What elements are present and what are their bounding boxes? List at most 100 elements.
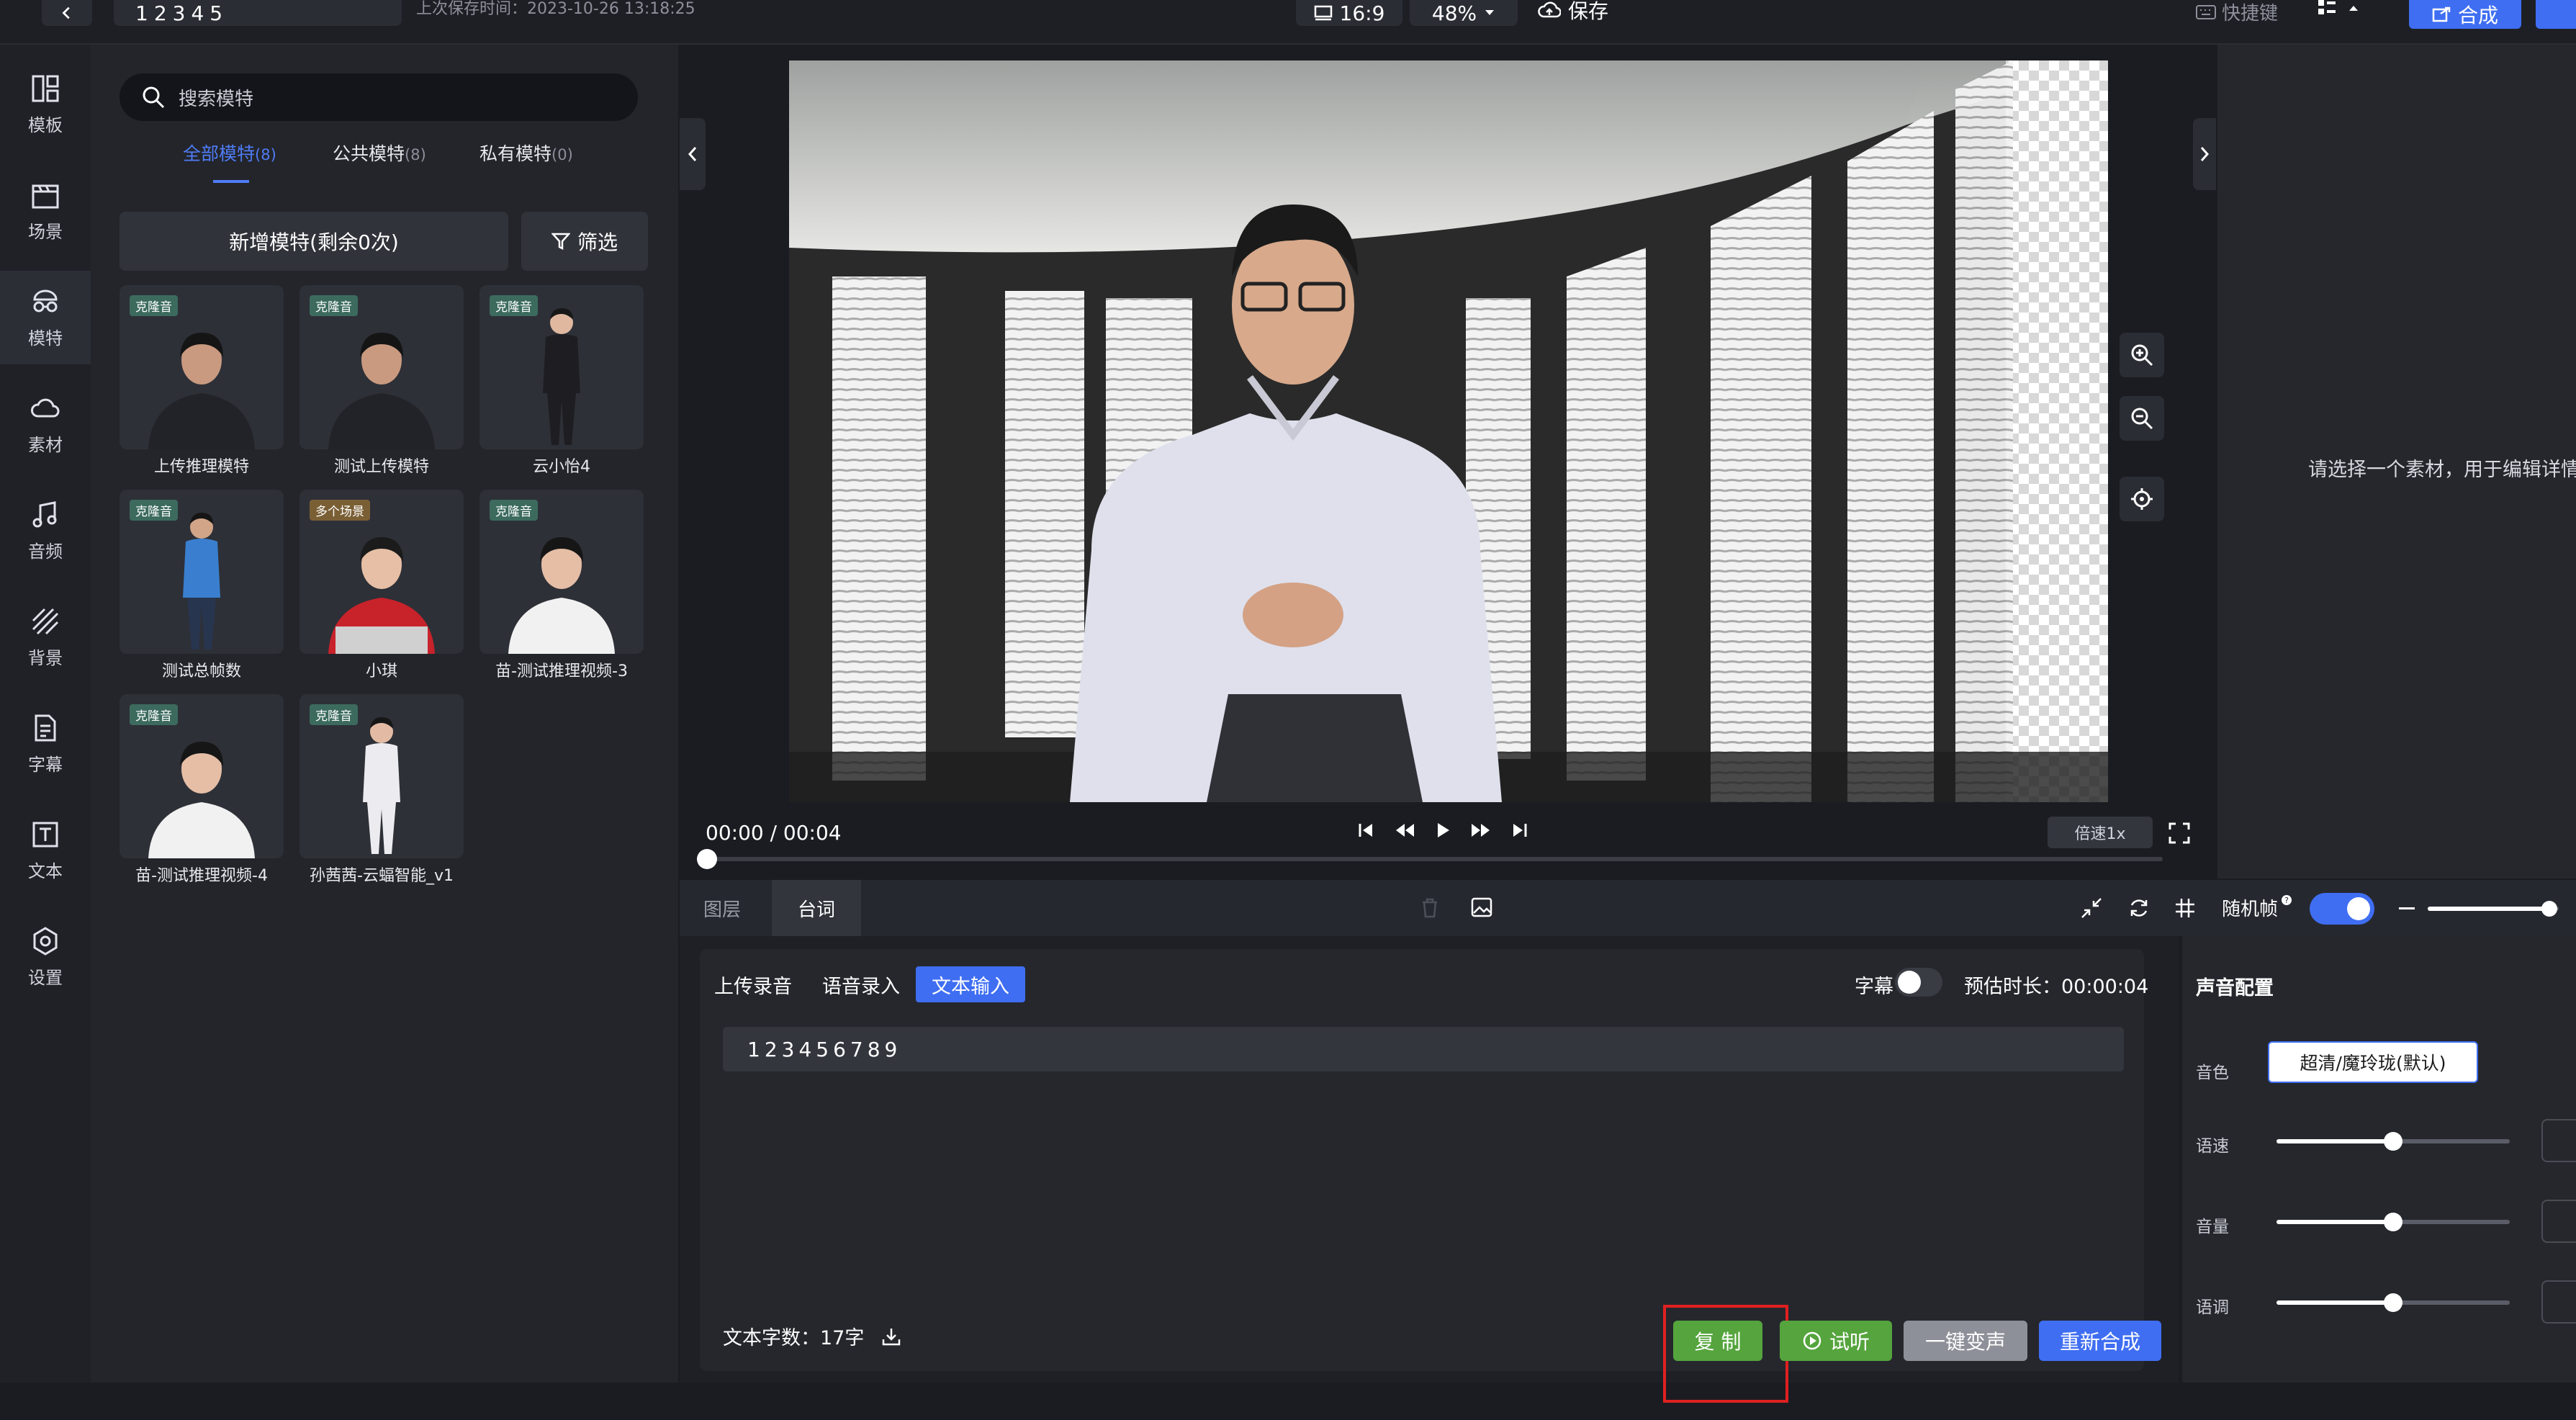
play-circle-icon [1803,1331,1821,1350]
mode-upload-audio[interactable]: 上传录音 [714,971,792,999]
grid-icon [2176,899,2194,917]
progress-knob[interactable] [697,849,717,869]
image-button[interactable] [1470,896,1493,919]
delete-button[interactable] [1420,897,1440,919]
zoom-in-button[interactable] [2120,333,2164,377]
subtitle-icon [35,714,56,741]
extra-action-button[interactable] [2536,0,2576,29]
progress-track[interactable] [697,849,2163,869]
tab-all-models[interactable]: 全部模特(8) [183,140,276,166]
project-name-field[interactable]: 12345 [114,0,402,26]
listen-button[interactable]: 试听 [1780,1321,1892,1361]
back-button[interactable] [42,0,92,26]
nav-item-text[interactable]: 文本 [0,804,91,897]
add-model-button[interactable]: 新增模特(剩余0次) [120,212,508,271]
skip-end-icon[interactable] [1510,821,1529,840]
save-button[interactable]: 保存 [1538,0,1608,24]
nav-item-audio[interactable]: 音频 [0,484,91,578]
synthesize-button[interactable]: 合成 [2409,0,2521,29]
nav-item-template[interactable]: 模板 [0,58,91,151]
nav-item-material[interactable]: 素材 [0,377,91,471]
subtitle-toggle[interactable] [1895,968,1942,997]
model-card[interactable]: 克隆音 [300,694,464,858]
fullscreen-button[interactable] [2169,822,2190,844]
model-card[interactable]: 克隆音 [120,490,284,654]
add-model-label: 新增模特(剩余0次) [229,230,399,254]
mode-voice-record[interactable]: 语音录入 [822,971,900,999]
studio-scene-image [789,60,2108,802]
fast-forward-icon[interactable] [1470,821,1492,840]
nav-label: 素材 [28,434,63,455]
search-input[interactable]: 搜索模特 [120,73,638,121]
recenter-button[interactable] [2120,477,2164,521]
shrink-button[interactable] [2081,897,2102,919]
nav-item-model[interactable]: 模特 [0,271,91,364]
minus-icon[interactable] [2399,907,2415,909]
nav-item-subtitle[interactable]: 字幕 [0,697,91,791]
script-textarea[interactable]: 123456789 [723,1027,2124,1071]
speed-slider[interactable] [2276,1132,2510,1151]
slider-fill [2428,907,2550,911]
speed-value: 倍速1x [2074,825,2126,843]
model-card[interactable]: 克隆音 [479,285,644,449]
slider-knob[interactable] [2541,901,2557,917]
expand-right-button[interactable] [2193,118,2216,190]
speed-button[interactable]: 倍速1x [2048,817,2153,848]
pitch-slider[interactable] [2276,1293,2510,1312]
tab-public-models[interactable]: 公共模特(8) [333,140,426,166]
layout-menu-button[interactable] [2317,0,2359,17]
timbre-label: 音色 [2196,1064,2229,1082]
collapse-left-button[interactable] [680,118,706,190]
skip-start-icon[interactable] [1356,821,1375,840]
nav-item-background[interactable]: 背景 [0,590,91,684]
download-icon[interactable] [881,1326,901,1347]
timeline-zoom-slider[interactable] [2428,901,2559,917]
slider-knob[interactable] [2384,1132,2402,1151]
ratio-button[interactable]: 16:9 [1296,0,1402,26]
background-icon [32,608,59,634]
tab-private-models[interactable]: 私有模特(0) [479,140,573,166]
grid-button[interactable] [2174,897,2196,919]
tab-layers[interactable]: 图层 [680,880,765,936]
tab-script[interactable]: 台词 [772,880,861,936]
play-icon[interactable] [1434,821,1451,840]
top-bar: 12345 上次保存时间：2023-10-26 13:18:25 16:9 48… [0,0,2576,45]
model-card[interactable]: 克隆音 [479,490,644,654]
random-frame-toggle[interactable] [2310,893,2374,925]
nav-label: 设置 [28,967,63,988]
nav-item-scene[interactable]: 场景 [0,164,91,258]
slider-knob[interactable] [2384,1293,2402,1312]
model-card[interactable]: 克隆音 [300,285,464,449]
filter-button[interactable]: 筛选 [521,212,648,271]
mode-text-input[interactable]: 文本输入 [916,966,1025,1002]
video-canvas[interactable] [789,60,2108,802]
resynthesize-button[interactable]: 重新合成 [2039,1321,2161,1361]
nav-label: 文本 [28,860,63,881]
nav-item-settings[interactable]: 设置 [0,910,91,1004]
nav-label: 模板 [28,114,63,135]
model-card[interactable]: 克隆音 [120,285,284,449]
shortcut-button[interactable]: 快捷键 [2196,0,2278,25]
pitch-value-box[interactable] [2541,1280,2576,1324]
slider-knob[interactable] [2384,1213,2402,1231]
volume-slider[interactable] [2276,1213,2510,1231]
keyboard-icon [2196,4,2216,19]
voice-change-button[interactable]: 一键变声 [1904,1321,2027,1361]
nav-label: 背景 [28,647,63,668]
speed-value-box[interactable] [2541,1119,2576,1162]
model-card[interactable]: 多个场景 [300,490,464,654]
slider-fill [2276,1300,2393,1305]
refresh-button[interactable] [2128,897,2150,919]
timbre-select[interactable]: 超清/魔玲珑(默认) [2268,1041,2478,1083]
rewind-icon[interactable] [1394,821,1415,840]
nav-label: 字幕 [28,754,63,775]
chevron-left-icon [62,6,70,19]
mode-label: 语音录入 [822,976,900,998]
zoom-out-button[interactable] [2120,396,2164,441]
project-name: 12345 [135,1,229,25]
ratio-value: 16:9 [1339,1,1385,25]
zoom-select[interactable]: 48% [1410,0,1518,26]
volume-value-box[interactable] [2541,1200,2576,1243]
shortcut-label: 快捷键 [2222,3,2279,24]
model-card[interactable]: 克隆音 [120,694,284,858]
